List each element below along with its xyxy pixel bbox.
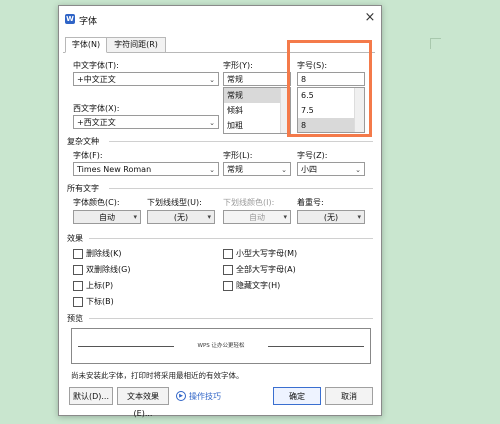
double-strikethrough-checkbox[interactable] (73, 265, 83, 275)
superscript-checkbox[interactable] (73, 281, 83, 291)
all-caps-label: 全部大写字母(A) (236, 265, 296, 274)
all-text-section: 所有文字 (67, 184, 99, 193)
complex-size-value: 小四 (301, 165, 317, 174)
underline-style-label: 下划线线型(U): (147, 198, 202, 207)
preview-baseline-right (268, 346, 364, 347)
close-icon[interactable]: × (363, 11, 377, 25)
complex-script-section: 复杂文种 (67, 137, 99, 146)
cancel-button[interactable]: 取消 (325, 387, 373, 405)
title-bar: W 字体 × (59, 6, 381, 32)
section-divider (109, 188, 373, 189)
font-style-input[interactable]: 常规 (223, 72, 291, 86)
emphasis-value: (无) (323, 213, 339, 222)
western-font-label: 西文字体(X): (73, 104, 120, 113)
hidden-text-checkbox[interactable] (223, 281, 233, 291)
chevron-down-icon: ⌄ (355, 166, 361, 174)
chevron-down-icon: ⌄ (209, 119, 215, 127)
chevron-down-icon: ▾ (133, 213, 137, 221)
chevron-down-icon: ▾ (283, 213, 287, 221)
ok-button[interactable]: 确定 (273, 387, 321, 405)
chevron-down-icon: ⌄ (209, 166, 215, 174)
underline-color-label: 下划线颜色(I): (223, 198, 275, 207)
preview-section: 预览 (67, 314, 83, 323)
emphasis-label: 着重号: (297, 198, 324, 207)
section-divider (89, 238, 373, 239)
complex-size-label: 字号(Z): (297, 151, 328, 160)
dialog-title: 字体 (79, 17, 98, 27)
hidden-text-label: 隐藏文字(H) (236, 281, 281, 290)
small-caps-label: 小型大写字母(M) (236, 249, 298, 258)
complex-font-label: 字体(F): (73, 151, 103, 160)
text-effects-button[interactable]: 文本效果(E)... (117, 387, 169, 418)
complex-style-value: 常规 (227, 165, 243, 174)
complex-font-value: Times New Roman (77, 165, 152, 174)
subscript-label: 下标(B) (86, 297, 114, 306)
font-not-installed-hint: 尚未安装此字体，打印时将采用最相近的有效字体。 (71, 371, 244, 380)
tab-character-spacing[interactable]: 字符间距(R) (106, 37, 166, 53)
effects-section: 效果 (67, 234, 83, 243)
font-color-value: 自动 (99, 213, 115, 222)
subscript-checkbox[interactable] (73, 297, 83, 307)
double-strikethrough-label: 双删除线(G) (86, 265, 131, 274)
complex-size-select[interactable]: 小四 ⌄ (297, 162, 365, 176)
chevron-down-icon: ▾ (207, 213, 211, 221)
play-icon[interactable]: ▶ (176, 391, 186, 401)
chinese-font-select[interactable]: +中文正文 ⌄ (73, 72, 219, 86)
complex-style-select[interactable]: 常规 ⌄ (223, 162, 291, 176)
all-caps-checkbox[interactable] (223, 265, 233, 275)
underline-color-value: 自动 (249, 213, 265, 222)
default-button[interactable]: 默认(D)... (69, 387, 113, 405)
emphasis-button[interactable]: (无) ▾ (297, 210, 365, 224)
chevron-down-icon: ⌄ (281, 166, 287, 174)
superscript-label: 上标(P) (86, 281, 114, 290)
wps-writer-icon: W (65, 14, 75, 24)
font-color-button[interactable]: 自动 ▾ (73, 210, 141, 224)
underline-style-button[interactable]: (无) ▾ (147, 210, 215, 224)
small-caps-checkbox[interactable] (223, 249, 233, 259)
font-color-label: 字体颜色(C): (73, 198, 120, 207)
western-font-value: +西文正文 (77, 118, 116, 127)
preview-sample-text: WPS 让办公更轻松 (197, 343, 245, 349)
complex-font-select[interactable]: Times New Roman ⌄ (73, 162, 219, 176)
underline-color-button: 自动 ▾ (223, 210, 291, 224)
strikethrough-checkbox[interactable] (73, 249, 83, 259)
preview-box: WPS 让办公更轻松 (71, 328, 371, 364)
font-style-list[interactable]: 常规 倾斜 加粗 (223, 87, 291, 134)
chinese-font-label: 中文字体(T): (73, 61, 119, 70)
section-divider (89, 318, 373, 319)
background-corner-mark (430, 38, 441, 49)
complex-style-label: 字形(L): (223, 151, 253, 160)
strikethrough-label: 删除线(K) (86, 249, 122, 258)
font-style-label: 字形(Y): (223, 61, 253, 70)
underline-style-value: (无) (173, 213, 189, 222)
tab-font[interactable]: 字体(N) (65, 37, 107, 53)
chinese-font-value: +中文正文 (77, 75, 116, 84)
tips-link[interactable]: 操作技巧 (189, 391, 221, 402)
chevron-down-icon: ⌄ (209, 76, 215, 84)
chevron-down-icon: ▾ (357, 213, 361, 221)
western-font-select[interactable]: +西文正文 ⌄ (73, 115, 219, 129)
section-divider (109, 141, 373, 142)
font-size-highlight-frame (287, 40, 372, 137)
